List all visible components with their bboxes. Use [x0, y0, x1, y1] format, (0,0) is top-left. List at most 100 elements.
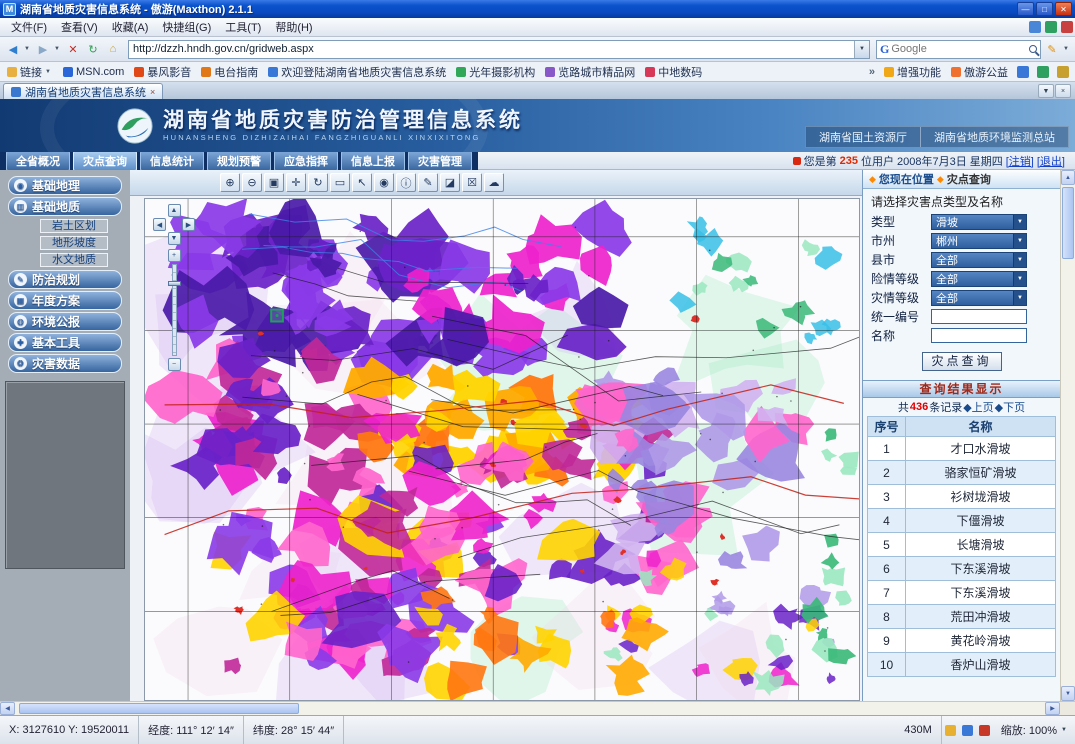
risk-level-select[interactable]: 全部 ▼	[931, 271, 1027, 287]
tab-hazard-management[interactable]: 灾害管理	[408, 151, 472, 171]
skin-icon[interactable]	[1029, 21, 1041, 33]
tab-info-report[interactable]: 信息上报	[341, 151, 405, 171]
address-dropdown-icon[interactable]: ▼	[854, 41, 869, 58]
links-overflow-icon[interactable]: »	[867, 66, 877, 78]
link-baofeng[interactable]: 暴风影音	[131, 64, 194, 80]
link-zhongdi[interactable]: 中地数码	[642, 64, 705, 80]
back-icon[interactable]: ◀	[4, 40, 22, 58]
map-refresh-icon[interactable]: ↻	[308, 173, 328, 192]
sidebar-sub-terrain-slope[interactable]: 地形坡度	[40, 236, 108, 250]
tab-emergency-command[interactable]: 应急指挥	[274, 151, 338, 171]
forward-icon[interactable]: ▶	[34, 40, 52, 58]
table-row[interactable]: 9黄花岭滑坡	[868, 629, 1056, 653]
sidebar-item-basic-tools[interactable]: ✚ 基本工具	[8, 333, 122, 352]
table-row[interactable]: 5长塘滑坡	[868, 533, 1056, 557]
table-row[interactable]: 6下东溪滑坡	[868, 557, 1056, 581]
scroll-up-icon[interactable]: ▲	[1061, 170, 1075, 185]
page-horizontal-scrollbar[interactable]: ◀ ▶	[0, 701, 1075, 715]
logout-link[interactable]: [注销]	[1006, 153, 1034, 169]
tab-bar-close-icon[interactable]: ×	[1055, 84, 1071, 98]
eraser-icon[interactable]: ◪	[440, 173, 460, 192]
link-city-boutique[interactable]: 览路城市精品网	[542, 64, 638, 80]
menu-help[interactable]: 帮助(H)	[268, 18, 319, 36]
pan-icon[interactable]: ✛	[286, 173, 306, 192]
uniform-code-input[interactable]	[931, 309, 1027, 324]
pan-down-icon[interactable]: ▼	[168, 232, 181, 245]
home-icon[interactable]: ⌂	[104, 40, 122, 58]
links-folder[interactable]: 链接 ▼	[4, 64, 56, 80]
slider-zoom-out-icon[interactable]: −	[168, 358, 181, 371]
measure-icon[interactable]: ✎	[418, 173, 438, 192]
weather-icon[interactable]: ☁	[484, 173, 504, 192]
stop-icon[interactable]: ✕	[64, 40, 82, 58]
city-select[interactable]: 郴州 ▼	[931, 233, 1027, 249]
sidebar-item-base-geography[interactable]: ◉ 基础地理	[8, 176, 122, 195]
sidebar-sub-rock-zoning[interactable]: 岩土区划	[40, 219, 108, 233]
zoom-slider-track[interactable]	[172, 264, 177, 356]
clear-icon[interactable]: ☒	[462, 173, 482, 192]
toolbar-overflow-icon[interactable]: ▼	[1063, 46, 1071, 52]
type-select[interactable]: 滑坡 ▼	[931, 214, 1027, 230]
dropdown-arrow-icon[interactable]: ▼	[1013, 272, 1026, 286]
pointer-icon[interactable]: ↖	[352, 173, 372, 192]
sidebar-item-environment-bulletin[interactable]: ◍ 环境公报	[8, 312, 122, 331]
menu-file[interactable]: 文件(F)	[4, 18, 54, 36]
refresh-icon[interactable]: ↻	[84, 40, 102, 58]
zoom-out-icon[interactable]: ⊖	[242, 173, 262, 192]
search-input[interactable]	[891, 43, 1027, 55]
forward-dropdown-icon[interactable]: ▼	[54, 46, 62, 52]
zoom-dropdown-icon[interactable]: ▼	[1061, 727, 1067, 733]
tab-list-icon[interactable]: ▼	[1038, 84, 1054, 98]
scroll-left-icon[interactable]: ◀	[0, 702, 15, 715]
dropdown-arrow-icon[interactable]: ▼	[1013, 215, 1026, 229]
dropdown-arrow-icon[interactable]: ▼	[1013, 253, 1026, 267]
link-enhance[interactable]: 增强功能	[881, 64, 944, 80]
scroll-down-icon[interactable]: ▼	[1061, 686, 1075, 701]
horizontal-scroll-track[interactable]	[15, 702, 1045, 715]
horizontal-scroll-thumb[interactable]	[19, 703, 299, 714]
pan-up-icon[interactable]: ▲	[168, 204, 181, 217]
page-vertical-scrollbar[interactable]: ▲ ▼	[1060, 170, 1075, 701]
next-page-link[interactable]: ◆下页	[995, 399, 1025, 415]
pan-right-icon[interactable]: ▶	[182, 218, 195, 231]
county-select[interactable]: 全部 ▼	[931, 252, 1027, 268]
plugin-icon[interactable]	[1045, 21, 1057, 33]
zoom-level-control[interactable]: 缩放: 100% ▼	[993, 716, 1075, 744]
sidebar-item-base-geology[interactable]: ▥ 基础地质	[8, 197, 122, 216]
table-row[interactable]: 8荒田冲滑坡	[868, 605, 1056, 629]
sidebar-item-annual-plan[interactable]: ▦ 年度方案	[8, 291, 122, 310]
zoom-slider-handle[interactable]	[168, 281, 181, 286]
vertical-scroll-thumb[interactable]	[1062, 187, 1074, 259]
tab-province-overview[interactable]: 全省概况	[6, 151, 70, 171]
hazard-query-button[interactable]: 灾点查询	[922, 352, 1002, 371]
menu-view[interactable]: 查看(V)	[54, 18, 105, 36]
disaster-level-select[interactable]: 全部 ▼	[931, 290, 1027, 306]
sidebar-item-hazard-data[interactable]: ❂ 灾害数据	[8, 354, 122, 373]
feed-icon[interactable]	[1061, 21, 1073, 33]
exit-link[interactable]: [退出]	[1037, 153, 1065, 169]
table-row[interactable]: 4下僵滑坡	[868, 509, 1056, 533]
table-row[interactable]: 2骆家恒矿滑坡	[868, 461, 1056, 485]
slider-zoom-in-icon[interactable]: +	[168, 249, 181, 262]
table-row[interactable]: 7下东溪滑坡	[868, 581, 1056, 605]
identify-icon[interactable]: ◉	[374, 173, 394, 192]
dropdown-arrow-icon[interactable]: ▼	[1013, 291, 1026, 305]
maximize-button[interactable]: □	[1036, 2, 1053, 16]
highlight-icon[interactable]: ✎	[1043, 40, 1061, 58]
sidebar-sub-hydrogeology[interactable]: 水文地质	[40, 253, 108, 267]
dropdown-arrow-icon[interactable]: ▼	[1013, 234, 1026, 248]
link-photo-agency[interactable]: 光年摄影机构	[453, 64, 538, 80]
tab-hazard-query[interactable]: 灾点查询	[73, 151, 137, 171]
tab-statistics[interactable]: 信息统计	[140, 151, 204, 171]
info-icon[interactable]: ⓘ	[396, 173, 416, 192]
link-hunan-geohazard[interactable]: 欢迎登陆湖南省地质灾害信息系统	[265, 64, 449, 80]
name-input[interactable]	[931, 328, 1027, 343]
link-radio-guide[interactable]: 电台指南	[198, 64, 261, 80]
minimize-button[interactable]: —	[1017, 2, 1034, 16]
proxy-icon[interactable]	[1037, 66, 1049, 78]
vertical-scroll-track[interactable]	[1061, 185, 1075, 686]
pan-left-icon[interactable]: ◀	[153, 218, 166, 231]
close-button[interactable]: ✕	[1055, 2, 1072, 16]
table-row[interactable]: 1才口水滑坡	[868, 437, 1056, 461]
table-row[interactable]: 3衫树垅滑坡	[868, 485, 1056, 509]
